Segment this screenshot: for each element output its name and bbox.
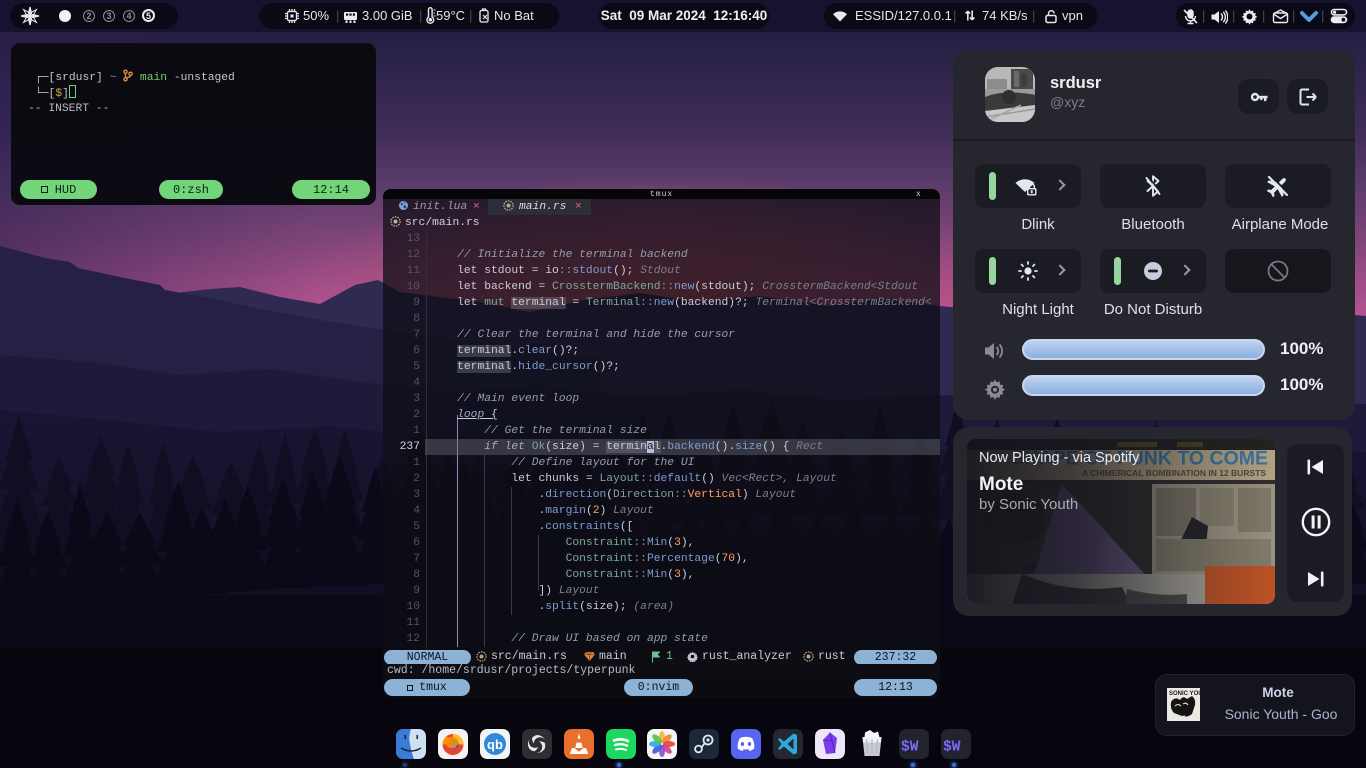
svg-text:$W: $W xyxy=(901,740,919,756)
svg-text:SONIC YOUTH: SONIC YOUTH xyxy=(1169,691,1200,697)
svg-text:qb: qb xyxy=(487,737,503,752)
svg-text:$W: $W xyxy=(943,740,961,756)
